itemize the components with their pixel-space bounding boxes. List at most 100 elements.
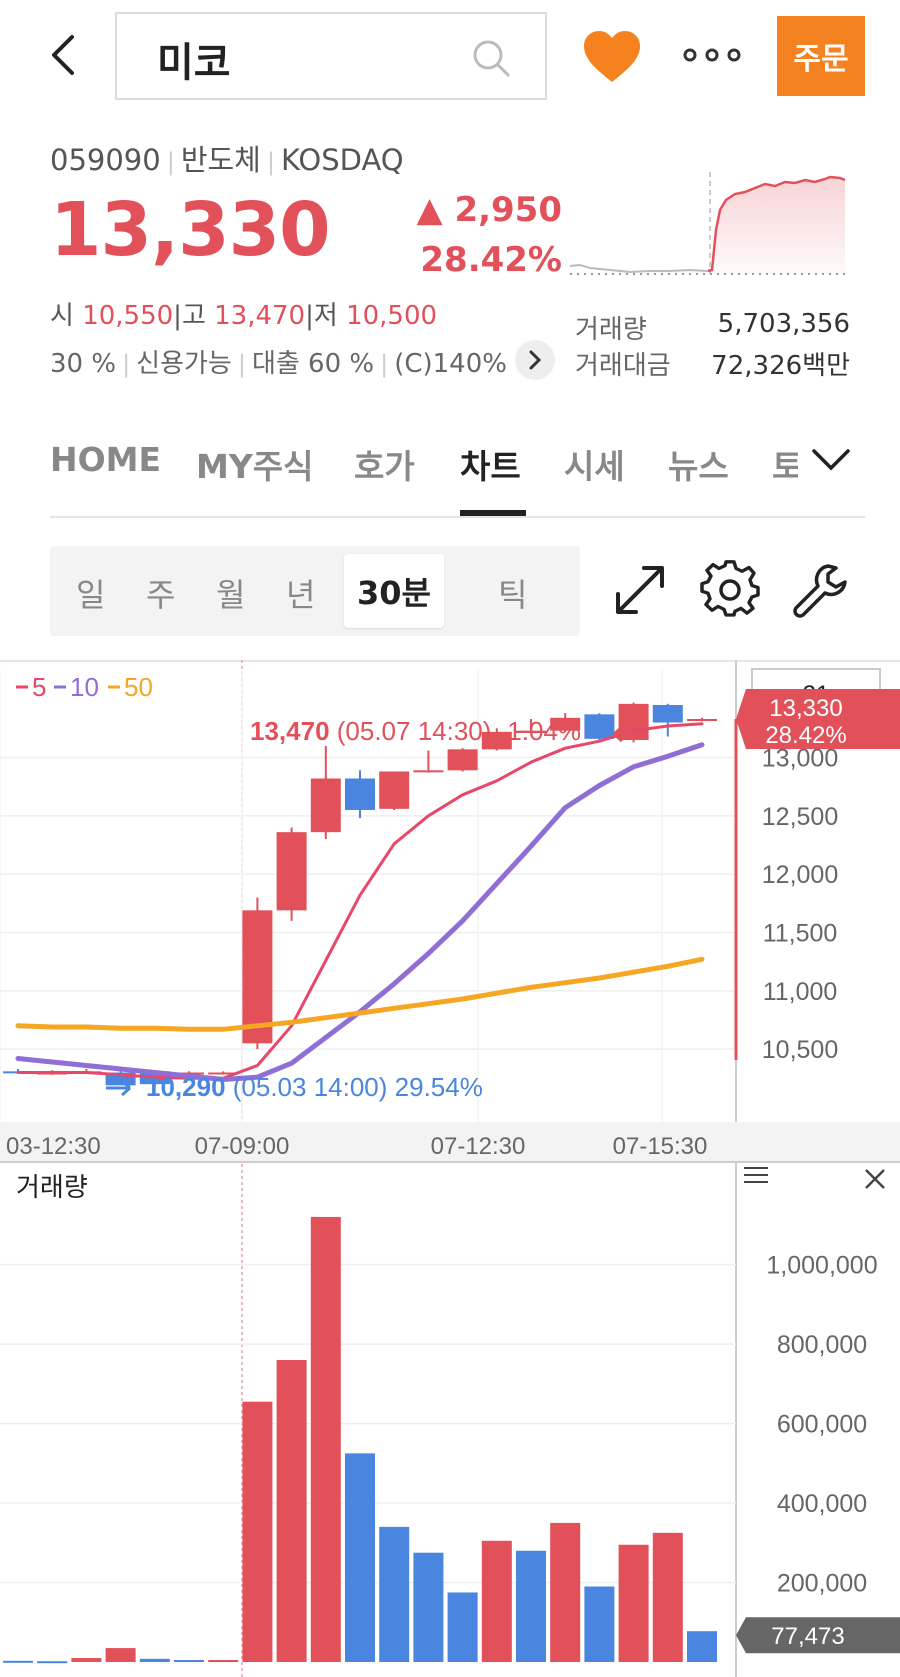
stock-name: 미코 <box>157 40 231 86</box>
candle[interactable] <box>652 703 683 737</box>
volume-bar[interactable] <box>687 1631 717 1662</box>
tab-price[interactable]: 시세 <box>564 440 625 488</box>
volume-bar[interactable] <box>276 1359 307 1662</box>
price-axis-tick: 12,500 <box>762 803 838 831</box>
time-axis-tick: 07-15:30 <box>613 1133 708 1160</box>
volume-bar[interactable] <box>37 1661 68 1664</box>
more-button[interactable] <box>680 38 744 72</box>
heart-icon <box>584 31 640 82</box>
gear-icon <box>700 560 760 617</box>
wrench-icon <box>793 564 847 618</box>
volume-bar[interactable] <box>208 1660 239 1663</box>
search-icon[interactable] <box>471 38 511 82</box>
fullscreen-button[interactable] <box>610 560 670 620</box>
period-week[interactable]: 주 <box>146 570 175 616</box>
change-percent: 28.42% <box>420 240 562 280</box>
tab-news[interactable]: 뉴스 <box>668 440 729 488</box>
low-annotation: 10,290 (05.03 14:00) 29.54% <box>146 1072 483 1102</box>
volume-bar[interactable] <box>481 1540 512 1662</box>
volume-bar[interactable] <box>3 1660 33 1663</box>
open-high-low: 시 10,550|고 13,470|저 10,500 <box>50 301 438 331</box>
volume-bar[interactable] <box>71 1658 102 1662</box>
volume-label: 거래량 <box>575 315 647 345</box>
high-price: 13,470 <box>214 301 306 331</box>
price-axis-tick: 12,000 <box>762 861 838 889</box>
volume-bar[interactable] <box>516 1550 546 1662</box>
tab-home[interactable]: HOME <box>50 440 161 479</box>
price-axis-tick: 10,500 <box>762 1036 838 1064</box>
tabs-expand-button[interactable] <box>798 432 864 488</box>
stock-sector: 반도체 <box>180 143 261 177</box>
stock-chart[interactable]: 21 5 10 50 거래량 10,50011,00011,50012,0001… <box>0 660 900 1677</box>
trade-amount-label: 거래대금 <box>575 351 671 381</box>
favorite-button[interactable] <box>580 28 644 86</box>
tab-my-stock[interactable]: MY주식 <box>196 440 313 488</box>
candle[interactable] <box>379 771 410 811</box>
volume-bar[interactable] <box>584 1586 615 1662</box>
volume-bar[interactable] <box>139 1658 170 1662</box>
stock-meta: 059090 | 반도체 | KOSDAQ <box>50 143 404 177</box>
period-day[interactable]: 일 <box>76 570 105 616</box>
volume-bar[interactable] <box>174 1660 204 1663</box>
price-change: ▲ 2,950 28.42% <box>412 185 562 285</box>
tab-chart[interactable]: 차트 <box>460 440 521 488</box>
volume-bar[interactable] <box>242 1401 273 1662</box>
more-dots-icon <box>683 48 741 62</box>
volume-axis-tick: 400,000 <box>777 1490 867 1518</box>
back-button[interactable] <box>40 28 84 82</box>
candle[interactable] <box>310 745 341 840</box>
time-axis-tick: 07-12:30 <box>431 1133 526 1160</box>
order-button[interactable]: 주문 <box>777 16 865 96</box>
change-amount: ▲ 2,950 <box>416 190 562 230</box>
moving-average-legend: 5 10 50 <box>16 672 153 702</box>
chevron-down-icon <box>812 449 850 471</box>
current-price: 13,330 <box>50 187 331 273</box>
price-axis-tick: 11,500 <box>763 920 838 948</box>
candle[interactable] <box>584 713 615 740</box>
expand-icon <box>616 566 664 614</box>
low-price: 10,500 <box>346 301 438 331</box>
intraday-mini-chart[interactable] <box>570 170 850 290</box>
candle[interactable] <box>413 750 444 773</box>
volume-bar[interactable] <box>652 1532 683 1662</box>
ma10-legend: 10 <box>70 672 99 702</box>
candle[interactable] <box>447 748 478 772</box>
volume-panel-menu-button[interactable] <box>744 1167 768 1183</box>
volume-axis-tick: 800,000 <box>777 1331 867 1359</box>
volume-value: 5,703,356 <box>717 309 850 339</box>
volume-bar[interactable] <box>379 1526 410 1662</box>
current-price-tag-value: 13,330 <box>769 695 842 722</box>
volume-axis-tick: 200,000 <box>777 1570 867 1598</box>
period-tick[interactable]: 틱 <box>498 570 527 616</box>
margin-info-expand-button[interactable] <box>515 340 555 380</box>
tabs-divider <box>50 516 865 518</box>
period-month[interactable]: 월 <box>216 570 245 616</box>
period-30min[interactable]: 30분 <box>344 554 444 628</box>
candle[interactable] <box>276 827 307 921</box>
ma5-legend: 5 <box>32 672 46 702</box>
volume-bar[interactable] <box>550 1522 581 1662</box>
chart-tools-button[interactable] <box>790 560 850 620</box>
volume-bar[interactable] <box>618 1544 649 1662</box>
volume-bar[interactable] <box>345 1453 375 1662</box>
trade-amount-value: 72,326백만 <box>711 351 850 381</box>
close-volume-panel-button[interactable] <box>865 1169 885 1189</box>
time-axis-tick: 03-12:30 <box>6 1133 101 1160</box>
volume-bar[interactable] <box>105 1648 136 1662</box>
chart-settings-button[interactable] <box>700 560 760 620</box>
price-axis-tick: 11,000 <box>763 978 838 1006</box>
candle[interactable] <box>618 702 649 743</box>
top-bar: 미코 주문 <box>0 0 900 110</box>
current-price-tag-pct: 28.42% <box>765 722 846 749</box>
volume-bar[interactable] <box>447 1592 478 1662</box>
period-year[interactable]: 년 <box>286 570 315 616</box>
tab-order-book[interactable]: 호가 <box>354 440 415 488</box>
volume-bar[interactable] <box>310 1216 341 1662</box>
stock-search-box[interactable]: 미코 <box>115 12 547 100</box>
candle[interactable] <box>345 770 375 819</box>
margin-info: 30 % | 신용가능 | 대출 60 % | (C)140% <box>50 349 507 379</box>
volume-bar[interactable] <box>413 1552 444 1662</box>
volume-panel-title: 거래량 <box>16 1172 88 1202</box>
candle[interactable] <box>687 717 717 722</box>
last-volume-value: 77,473 <box>771 1623 844 1650</box>
